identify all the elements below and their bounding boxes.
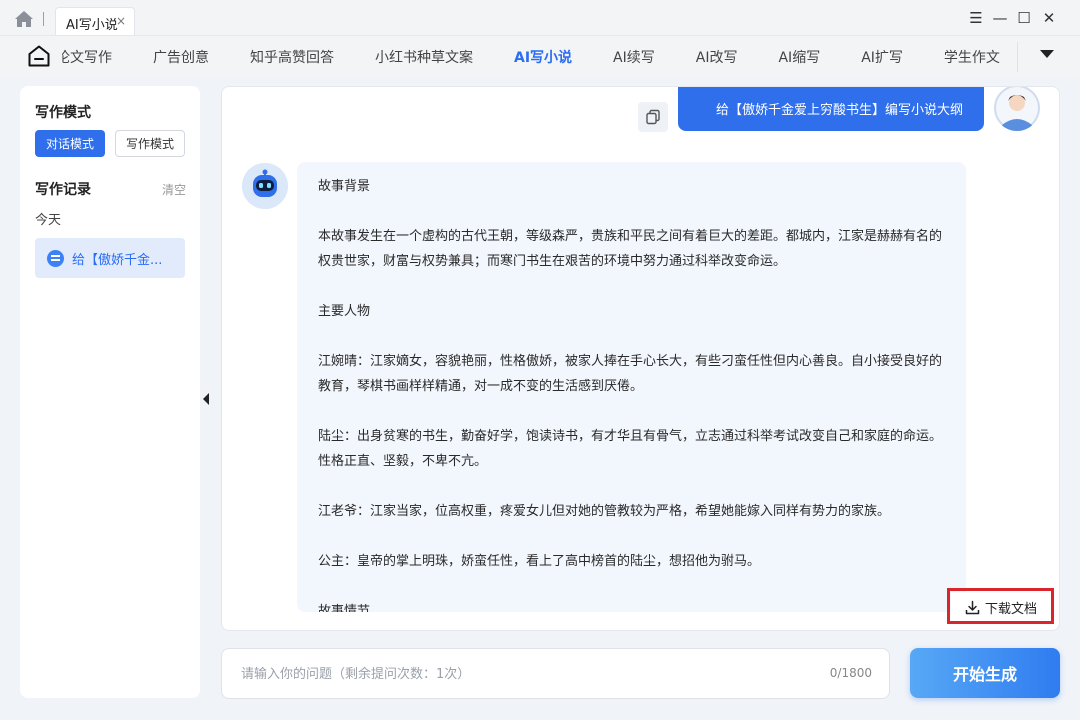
- title-bar: AI写小说 × ☰ — ☐ ✕: [0, 0, 1080, 36]
- today-label: 今天: [35, 213, 62, 228]
- nav-tab-ai-continue[interactable]: AI续写: [613, 47, 655, 67]
- writing-mode-title: 写作模式: [35, 105, 91, 121]
- nav-tab-essay[interactable]: 论文写作: [62, 47, 112, 67]
- character-jiang-laoye: 江老爷：江家当家，位高权重，疼爱女儿但对她的管教较为严格，希望她能嫁入同样有势力…: [318, 504, 891, 519]
- character-jiang-wanqing: 江婉晴：江家嫡女，容貌艳丽，性格傲娇，被家人捧在手心长大，有些刁蛮任性但内心善良…: [318, 354, 943, 394]
- writing-mode-button[interactable]: 写作模式: [115, 130, 185, 157]
- home-outline-icon[interactable]: [27, 44, 51, 68]
- robot-icon: [242, 163, 288, 209]
- chat-panel: 给【傲娇千金爱上穷酸书生】编写小说大纲 故事背景 本故事发生在一个虚构的古代王朝…: [221, 86, 1060, 631]
- sidebar-collapse-icon[interactable]: [200, 384, 214, 414]
- clear-records-button[interactable]: 清空: [162, 181, 186, 198]
- user-message-bubble: 给【傲娇千金爱上穷酸书生】编写小说大纲: [678, 87, 984, 131]
- menu-icon[interactable]: ☰: [966, 8, 986, 28]
- user-avatar-icon: [994, 87, 1040, 131]
- writing-records-title: 写作记录: [35, 182, 91, 198]
- nav-tab-student-essay[interactable]: 学生作文: [944, 47, 1000, 67]
- sidebar: 写作模式 对话模式 写作模式 写作记录 清空 今天 给【傲娇千金...: [20, 86, 200, 698]
- bot-message-bubble: 故事背景 本故事发生在一个虚构的古代王朝，等级森严，贵族和平民之间有着巨大的差距…: [297, 162, 966, 612]
- nav-tabs: 论文写作 广告创意 知乎高赞回答 小红书种草文案 AI写小说 AI续写 AI改写…: [62, 36, 1017, 78]
- nav-tab-ai-novel[interactable]: AI写小说: [514, 47, 572, 67]
- home-icon[interactable]: [14, 10, 34, 28]
- tab-close-icon[interactable]: ×: [116, 14, 126, 28]
- copy-icon: [646, 109, 660, 125]
- character-princess: 公主：皇帝的掌上明珠，娇蛮任性，看上了高中榜首的陆尘，想招他为驸马。: [318, 554, 761, 569]
- download-document-label: 下载文档: [984, 601, 1037, 617]
- story-background-heading: 故事背景: [318, 179, 371, 194]
- record-item-label: 给【傲娇千金...: [72, 252, 163, 268]
- browser-tab[interactable]: AI写小说 ×: [55, 7, 135, 35]
- minimize-button[interactable]: —: [990, 8, 1010, 28]
- nav-tab-ad-creative[interactable]: 广告创意: [153, 47, 209, 67]
- maximize-button[interactable]: ☐: [1014, 8, 1034, 28]
- browser-tab-label: AI写小说: [66, 18, 118, 33]
- nav-tab-ai-expand[interactable]: AI扩写: [861, 47, 903, 67]
- dialog-mode-button[interactable]: 对话模式: [35, 130, 105, 157]
- user-avatar: [994, 87, 1040, 131]
- main-characters-heading: 主要人物: [318, 304, 371, 319]
- window-close-button[interactable]: ✕: [1039, 8, 1059, 28]
- record-item[interactable]: 给【傲娇千金...: [35, 238, 185, 278]
- nav-tab-ai-condense[interactable]: AI缩写: [778, 47, 820, 67]
- nav-more-dropdown-icon[interactable]: [1040, 50, 1054, 58]
- record-doc-icon: [47, 249, 64, 267]
- story-background-text: 本故事发生在一个虚构的古代王朝，等级森严，贵族和平民之间有着巨大的差距。都城内，…: [318, 229, 943, 269]
- character-lu-chen: 陆尘：出身贫寒的书生，勤奋好学，饱读诗书，有才华且有骨气，立志通过科举考试改变自…: [318, 429, 943, 469]
- story-plot-heading: 故事情节: [318, 604, 371, 612]
- titlebar-separator: [43, 12, 44, 26]
- nav-tab-ai-rewrite[interactable]: AI改写: [696, 47, 738, 67]
- download-document-button[interactable]: 下载文档: [951, 592, 1051, 622]
- question-input-container: 0/1800: [221, 648, 890, 699]
- nav-tab-zhihu-answer[interactable]: 知乎高赞回答: [250, 47, 334, 67]
- question-input[interactable]: [241, 663, 761, 685]
- nav-bar: 论文写作 广告创意 知乎高赞回答 小红书种草文案 AI写小说 AI续写 AI改写…: [0, 36, 1080, 78]
- nav-tab-xiaohongshu[interactable]: 小红书种草文案: [375, 47, 473, 67]
- bot-avatar: [242, 163, 288, 209]
- char-counter: 0/1800: [829, 666, 872, 680]
- download-icon: [965, 600, 980, 614]
- copy-button[interactable]: [638, 102, 668, 132]
- nav-divider: [1017, 42, 1018, 72]
- start-generate-button[interactable]: 开始生成: [910, 648, 1060, 698]
